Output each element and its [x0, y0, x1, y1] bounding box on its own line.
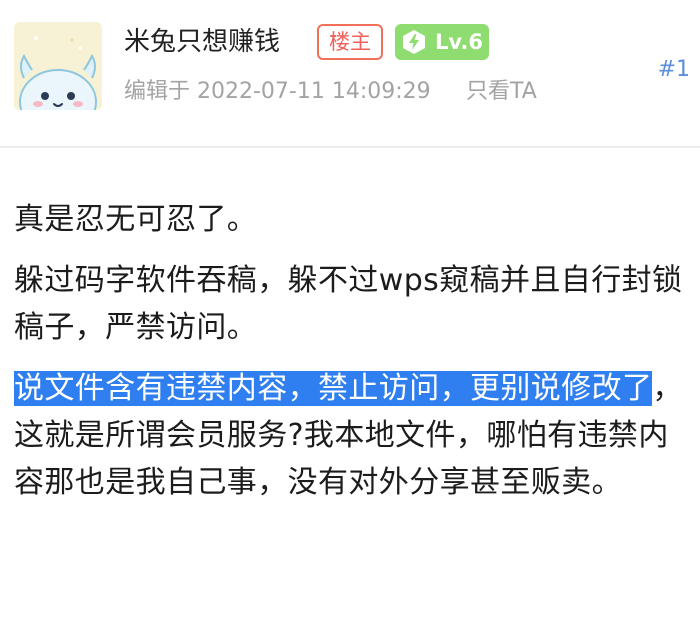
user-avatar[interactable] — [14, 22, 102, 110]
post-header: 米兔只想赚钱 楼主 Lv.6 编辑于 2022-07-11 14:09:29 只… — [0, 0, 700, 146]
level-label: Lv.6 — [435, 30, 483, 54]
username[interactable]: 米兔只想赚钱 — [124, 24, 280, 60]
op-badge: 楼主 — [317, 24, 383, 60]
level-badge: Lv.6 — [395, 24, 489, 60]
edit-timestamp: 编辑于 2022-07-11 14:09:29 — [124, 79, 431, 104]
paragraph-1: 真是忍无可忍了。 — [14, 202, 258, 237]
lightning-hexagon-icon — [403, 30, 425, 54]
floor-number[interactable]: #1 — [658, 54, 690, 86]
highlighted-text-selection[interactable]: 说文件含有违禁内容，禁止访问，更别说修改了 — [14, 371, 653, 406]
post-body: 真是忍无可忍了。 躲过码字软件吞稿，躲不过wps窥稿并且自行封锁稿子，严禁访问。… — [14, 196, 694, 520]
header-divider — [0, 146, 700, 148]
paragraph-3: 说文件含有违禁内容，禁止访问，更别说修改了，这就是所谓会员服务?我本地文件，哪怕… — [14, 365, 694, 506]
rabbit-avatar-icon — [14, 22, 102, 110]
paragraph-2: 躲过码字软件吞稿，躲不过wps窥稿并且自行封锁稿子，严禁访问。 — [14, 263, 683, 345]
only-view-author-link[interactable]: 只看TA — [466, 76, 537, 108]
